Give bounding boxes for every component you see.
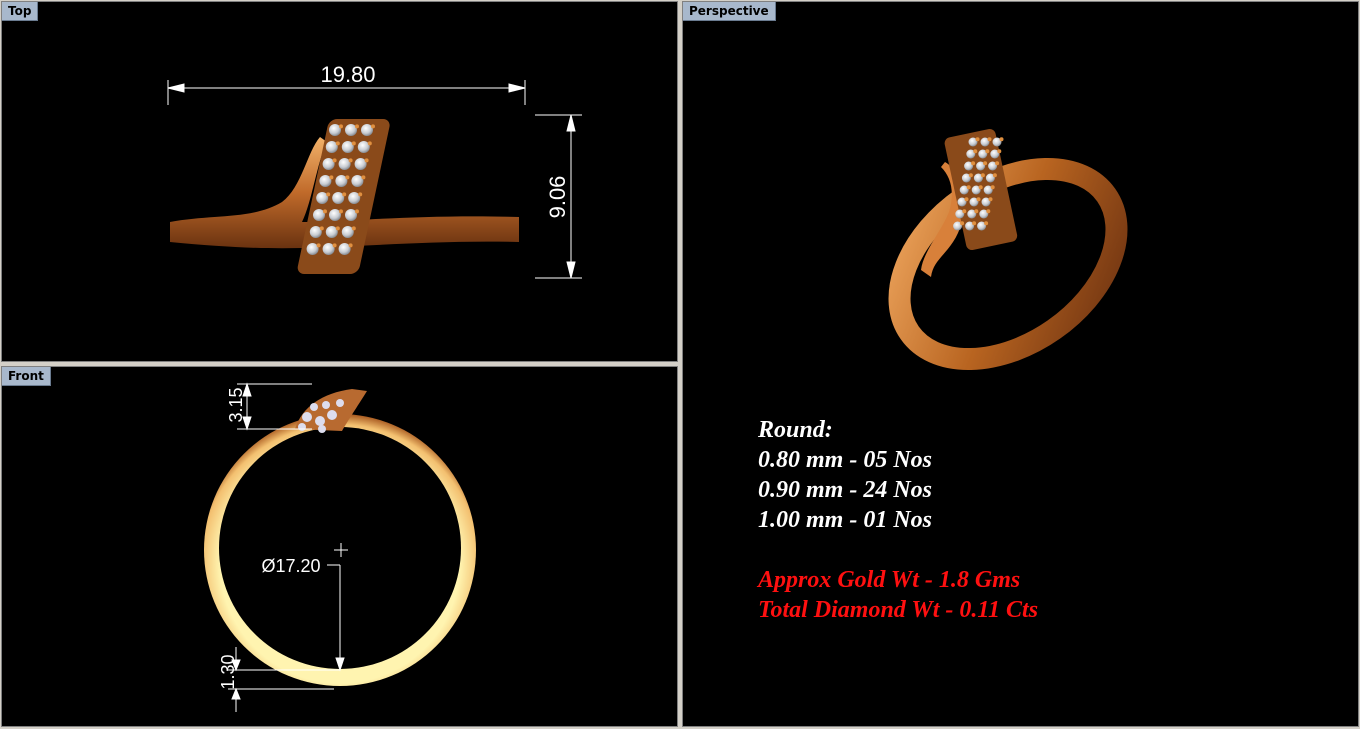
top-view-drawing: 19.80 9.06 (167, 62, 582, 279)
prong (351, 141, 356, 146)
prong (999, 137, 1004, 142)
prong (335, 141, 340, 146)
diamond-weight: Total Diamond Wt - 0.11 Cts (758, 597, 1039, 623)
prong (983, 161, 988, 166)
prong (995, 161, 1000, 166)
prong (971, 161, 976, 166)
perspective-ring-render (888, 128, 1128, 371)
prong (316, 243, 321, 248)
viewport-front[interactable]: 3.15 Ø17.20 1.30 Front (1, 366, 678, 727)
prong (978, 185, 983, 190)
ring-band-perspective (888, 157, 1128, 371)
prong (364, 158, 369, 163)
spec-block: Round: 0.80 mm - 05 Nos 0.90 mm - 24 Nos… (758, 415, 1038, 625)
prong (339, 124, 343, 129)
prong (980, 173, 985, 178)
prong (335, 226, 340, 231)
prong (985, 149, 990, 154)
prong (968, 173, 973, 178)
prong (348, 158, 353, 163)
prong (962, 209, 967, 214)
prong (997, 149, 1002, 154)
prong (345, 175, 350, 180)
prong (972, 221, 977, 226)
spec-line: 0.90 mm - 24 Nos (758, 477, 932, 503)
prong (371, 124, 375, 129)
gold-weight: Approx Gold Wt - 1.8 Gms (758, 567, 1021, 593)
dim-diameter-label: Ø17.20 (261, 556, 320, 576)
prong (332, 243, 337, 248)
prong (966, 185, 971, 190)
prong (319, 226, 324, 231)
viewport-top[interactable]: 19.80 9.06 Top (1, 1, 678, 362)
prong (988, 197, 993, 202)
dim-width-label: 19.80 (320, 62, 375, 87)
viewport-label-top[interactable]: Top (2, 2, 39, 21)
dim-thickness-label: 1.30 (218, 654, 238, 689)
spec-line: 1.00 mm - 01 Nos (758, 507, 932, 533)
prong (367, 141, 372, 146)
prong (975, 137, 980, 142)
spec-line: 0.80 mm - 05 Nos (758, 447, 932, 473)
prong (984, 221, 989, 226)
prong (358, 192, 363, 197)
spec-heading: Round: (758, 417, 833, 443)
dim-height-label: 9.06 (545, 176, 570, 219)
prong (329, 175, 334, 180)
prong (990, 185, 995, 190)
prong (332, 158, 337, 163)
prong (974, 209, 979, 214)
prong (355, 209, 359, 214)
prong (339, 209, 343, 214)
prong (361, 175, 366, 180)
prong (964, 197, 969, 202)
prong (973, 149, 978, 154)
prong (355, 124, 359, 129)
prong (976, 197, 981, 202)
viewport-perspective[interactable]: Round: 0.80 mm - 05 Nos 0.90 mm - 24 Nos… (682, 1, 1359, 727)
dim-crown-height-label: 3.15 (226, 387, 246, 422)
prong (986, 209, 991, 214)
viewport-label-front[interactable]: Front (2, 367, 51, 386)
prong (348, 243, 353, 248)
front-view-drawing: 3.15 Ø17.20 1.30 (204, 382, 476, 712)
prong (326, 192, 331, 197)
prong (323, 209, 327, 214)
prong (960, 221, 965, 226)
prong (342, 192, 347, 197)
viewport-label-perspective[interactable]: Perspective (683, 2, 776, 21)
prong (351, 226, 356, 231)
prong (992, 173, 997, 178)
prong (987, 137, 992, 142)
